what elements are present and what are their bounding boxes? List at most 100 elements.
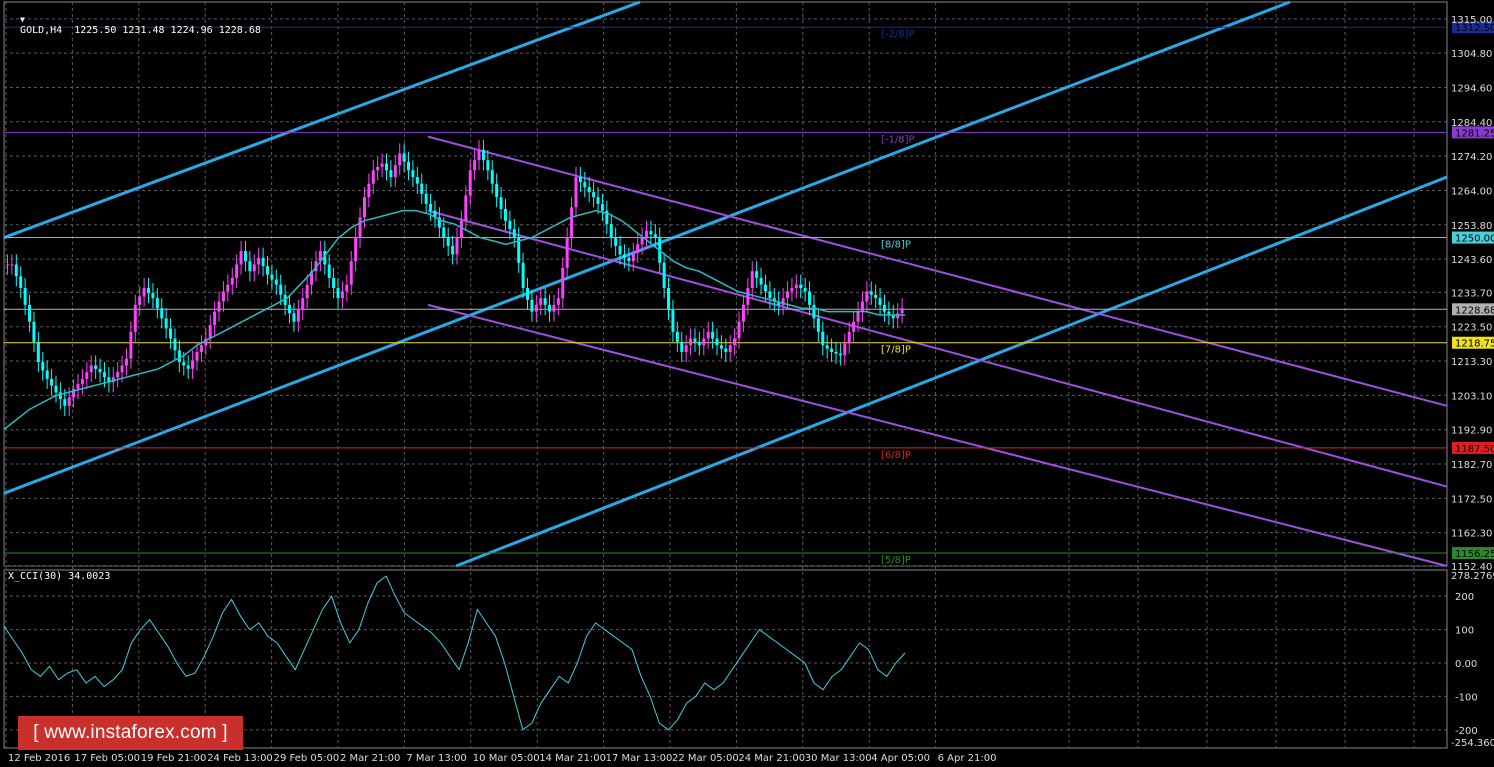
level-label: [7/8]P [881, 345, 911, 356]
triangle-down-icon[interactable]: ▼ [20, 15, 25, 24]
candle-body [856, 311, 860, 322]
candle-body [455, 237, 459, 255]
candle-body [768, 291, 772, 299]
x-tick-label: 4 Apr 05:00 [871, 753, 930, 764]
candle-body [763, 284, 767, 292]
level-label: [-2/8]P [881, 29, 915, 40]
candle-body [808, 291, 812, 305]
candle-body [627, 257, 631, 262]
candle-body [495, 183, 499, 198]
cci-tick-label: 0.00 [1455, 659, 1477, 670]
price-panel-frame [3, 1, 1448, 567]
candle-body [151, 293, 155, 299]
candle-body [609, 224, 613, 238]
candle-body [512, 229, 516, 238]
cci-tick-label: -100 [1455, 692, 1478, 703]
candle-body [812, 304, 816, 319]
candle-body [230, 277, 234, 285]
candle-body [14, 264, 18, 277]
y-tick-label: 1304.80 [1451, 49, 1492, 60]
y-tick-label: 1284.40 [1451, 118, 1492, 129]
level-label: [-1/8]P [881, 134, 915, 145]
candle-body [336, 288, 340, 299]
candle-body [213, 311, 217, 326]
candle-body [301, 298, 305, 310]
candle-body [490, 170, 494, 184]
candle-body [737, 321, 741, 339]
candle-body [644, 230, 648, 238]
candle-body [574, 176, 578, 208]
candle-body [239, 251, 243, 265]
candle-body [684, 345, 688, 352]
candle-body [816, 318, 820, 332]
candle-body [592, 192, 596, 198]
candle-body [719, 345, 723, 349]
level-label: [5/8]P [881, 555, 911, 566]
candle-body [248, 261, 252, 272]
candle-body [371, 170, 375, 184]
y-tick-label: 1243.60 [1451, 255, 1492, 266]
x-tick-label: 24 Mar 21:00 [738, 753, 805, 764]
symbol-text: GOLD,H4 1225.50 1231.48 1224.96 1228.68 [20, 25, 261, 36]
cci-tick-label: 200 [1455, 592, 1474, 603]
candle-body [380, 163, 384, 167]
x-tick-label: 29 Feb 05:00 [274, 753, 340, 764]
candle-body [367, 183, 371, 198]
candle-body [376, 166, 380, 171]
candle-body [243, 251, 247, 262]
candle-body [424, 193, 428, 204]
candle-body [98, 368, 102, 373]
candle-body [675, 331, 679, 342]
candle-body [173, 338, 177, 351]
candle-body [23, 288, 27, 305]
violet-channel-line [427, 303, 1448, 567]
candle-body [85, 372, 89, 379]
candle-body [415, 176, 419, 184]
price-chart[interactable]: [-2/8]P1312.50[-1/8]P1281.25[8/8]P1250.0… [0, 0, 1494, 767]
candle-body [199, 345, 203, 352]
candle-body [451, 245, 455, 255]
y-tick-label: 1203.10 [1451, 391, 1492, 402]
candle-body [80, 378, 84, 384]
candle-body [358, 217, 362, 238]
candle-body [865, 291, 869, 302]
candle-body [384, 163, 388, 171]
price-badge-label: 1156.25 [1455, 549, 1494, 560]
candle-body [261, 257, 265, 267]
x-tick-label: 24 Feb 13:00 [207, 753, 273, 764]
candle-body [19, 276, 23, 289]
candle-body [252, 264, 256, 272]
candle-body [477, 150, 481, 161]
candle-body [543, 298, 547, 305]
candle-body [349, 261, 353, 285]
candle-body [393, 165, 397, 177]
candle-body [869, 291, 873, 295]
candle-body [874, 294, 878, 299]
candle-body [58, 392, 62, 400]
x-tick-label: 30 Mar 13:00 [805, 753, 872, 764]
price-badge-label: 1250.00 [1455, 234, 1494, 245]
x-tick-label: 10 Mar 05:00 [473, 753, 540, 764]
candle-body [733, 338, 737, 346]
y-tick-label: 1274.20 [1451, 152, 1492, 163]
candle-body [266, 266, 270, 275]
blue-channel-line [3, 0, 641, 239]
candle-body [667, 288, 671, 310]
candle-body [847, 331, 851, 344]
candle-body [138, 296, 142, 305]
candle-body [689, 338, 693, 346]
candle-body [799, 284, 803, 289]
candle-body [292, 313, 296, 322]
candle-body [63, 399, 67, 406]
candle-body [208, 325, 212, 339]
candle-body [750, 271, 754, 289]
candle-body [257, 257, 261, 265]
candle-body [155, 298, 159, 309]
candle-body [636, 244, 640, 253]
candle-body [653, 234, 657, 238]
candle-body [120, 365, 124, 373]
candle-body [728, 345, 732, 352]
candle-body [838, 353, 842, 356]
candle-body [561, 267, 565, 299]
channels [3, 0, 1448, 568]
